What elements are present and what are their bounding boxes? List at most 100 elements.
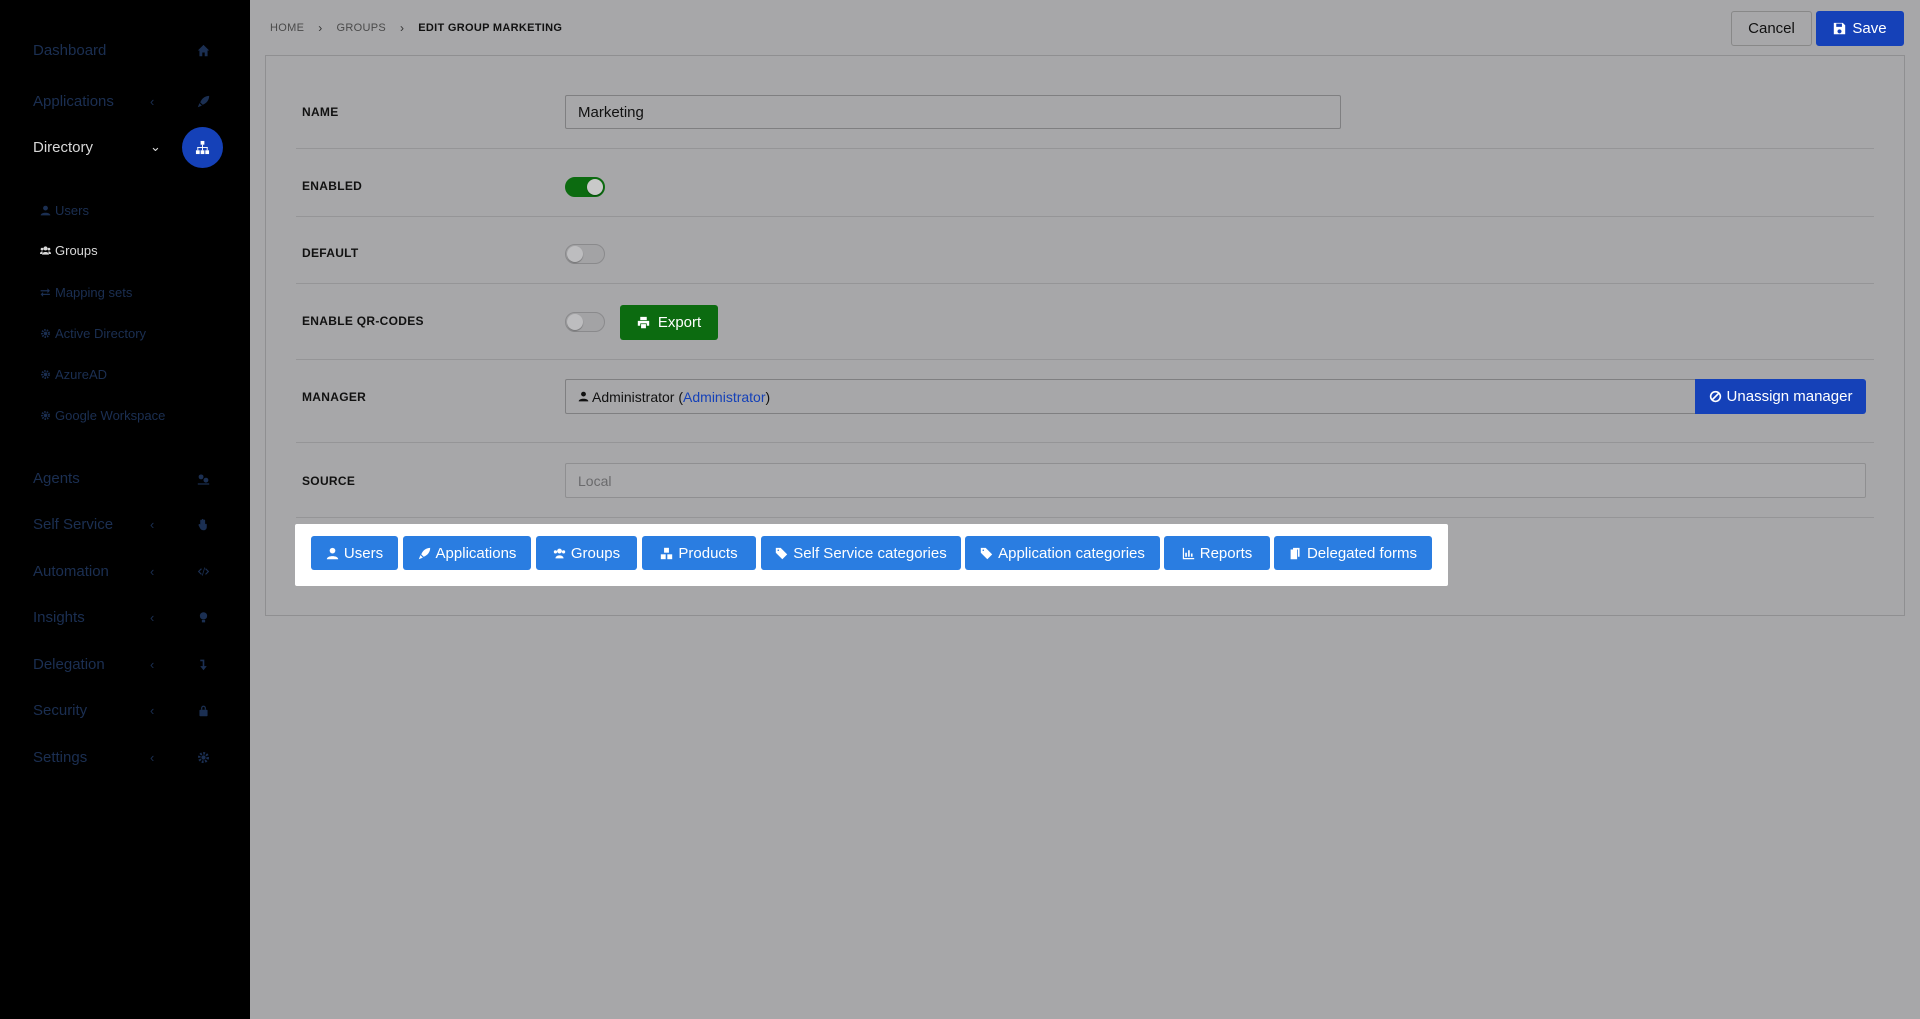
sidebar-item-security[interactable]: Security ‹ — [0, 690, 250, 730]
user-icon — [326, 547, 339, 559]
tab-applications[interactable]: Applications — [403, 536, 531, 570]
chevron-right-icon: › — [318, 21, 323, 35]
source-input-value: Local — [578, 472, 612, 489]
divider — [296, 359, 1874, 360]
exchange-icon — [40, 287, 50, 297]
sidebar-subitem-mapping-sets[interactable]: Mapping sets — [40, 280, 132, 304]
tab-label: Groups — [570, 544, 621, 562]
sidebar-item-automation[interactable]: Automation ‹ — [0, 551, 250, 591]
printer-icon — [637, 316, 649, 329]
breadcrumb: HOME › GROUPS › EDIT GROUP MARKETING — [270, 20, 562, 36]
sidebar-subitem-users[interactable]: Users — [40, 198, 89, 222]
export-button[interactable]: Export — [620, 305, 718, 340]
sidebar-item-applications[interactable]: Applications ‹ — [0, 81, 250, 121]
breadcrumb-home[interactable]: HOME — [270, 22, 304, 34]
sidebar-item-label: Insights — [33, 608, 85, 626]
sidebar-item-dashboard[interactable]: Dashboard — [0, 30, 250, 70]
home-icon — [193, 40, 213, 60]
rocket-icon — [193, 91, 213, 111]
divider — [296, 148, 1874, 149]
sidebar-subitem-label: Active Directory — [55, 325, 147, 341]
sidebar-item-label: Agents — [33, 469, 80, 487]
qr-codes-toggle[interactable] — [565, 312, 605, 332]
sidebar-subitem-groups[interactable]: Groups — [40, 238, 98, 262]
tab-self-service-categories[interactable]: Self Service categories — [761, 536, 961, 570]
source-input: Local — [565, 463, 1866, 498]
divider — [296, 517, 1874, 518]
sidebar-item-label: Applications — [33, 92, 114, 110]
sidebar-subitem-active-directory[interactable]: Active Directory — [40, 321, 146, 345]
tab-groups[interactable]: Groups — [536, 536, 637, 570]
cancel-button[interactable]: Cancel — [1731, 11, 1812, 46]
sidebar-item-settings[interactable]: Settings ‹ — [0, 737, 250, 777]
users-icon — [40, 245, 51, 255]
manager-link[interactable]: Administrator — [683, 389, 765, 405]
enabled-toggle[interactable] — [565, 177, 605, 197]
gear-icon — [41, 328, 50, 338]
manager-label: MANAGER — [302, 390, 367, 404]
divider — [296, 442, 1874, 443]
sidebar-item-label: Automation — [33, 562, 109, 580]
chevron-right-icon: › — [399, 21, 405, 35]
manager-name: Administrator — [592, 388, 675, 405]
chevron-down-icon: ⌄ — [150, 139, 161, 154]
sidebar-item-directory[interactable]: Directory ⌄ — [0, 126, 250, 168]
sidebar-item-delegation[interactable]: Delegation ‹ — [0, 644, 250, 684]
tab-products[interactable]: Products — [642, 536, 756, 570]
tab-label: Delegated forms — [1306, 544, 1418, 562]
toggle-knob — [567, 314, 583, 330]
sidebar-subitem-google-workspace[interactable]: Google Workspace — [40, 403, 165, 427]
tab-users[interactable]: Users — [311, 536, 398, 570]
breadcrumb-groups[interactable]: GROUPS — [337, 22, 386, 34]
sitemap-icon — [182, 126, 223, 168]
tab-label: Applications — [435, 544, 517, 562]
chevron-left-icon: ‹ — [150, 609, 155, 625]
gear-icon — [41, 369, 50, 379]
default-label: DEFAULT — [302, 246, 359, 260]
name-input[interactable]: Marketing — [565, 95, 1341, 129]
sidebar-subitem-label: AzureAD — [55, 366, 108, 382]
hand-icon — [193, 514, 213, 534]
sidebar-subitem-azuread[interactable]: AzureAD — [40, 362, 107, 386]
sidebar-subitem-label: Mapping sets — [55, 284, 133, 300]
ban-icon — [1709, 390, 1721, 403]
lightbulb-icon — [193, 607, 213, 627]
tab-label: Self Service categories — [793, 544, 947, 562]
default-toggle[interactable] — [565, 244, 605, 264]
tags-icon — [980, 547, 993, 559]
breadcrumb-current: EDIT GROUP MARKETING — [418, 22, 563, 34]
chevron-left-icon: ‹ — [150, 563, 155, 579]
sidebar-item-self-service[interactable]: Self Service ‹ — [0, 504, 250, 544]
manager-field: Administrator (Administrator) — [565, 379, 1696, 414]
divider — [296, 283, 1874, 284]
tab-label: Application categories — [998, 544, 1145, 562]
tab-reports[interactable]: Reports — [1164, 536, 1270, 570]
tab-label: Users — [343, 544, 384, 562]
tab-delegated-forms[interactable]: Delegated forms — [1274, 536, 1432, 570]
chevron-left-icon: ‹ — [150, 516, 155, 532]
chevron-left-icon: ‹ — [150, 93, 155, 109]
sidebar-item-label: Settings — [33, 748, 88, 766]
save-button[interactable]: Save — [1816, 11, 1904, 46]
tab-label: Reports — [1199, 544, 1253, 562]
enable-qr-codes-label: ENABLE QR-CODES — [302, 314, 424, 328]
enabled-label: ENABLED — [302, 179, 363, 193]
code-icon — [193, 561, 213, 581]
gear-icon — [193, 747, 213, 767]
sidebar-item-label: Security — [33, 701, 88, 719]
copy-icon — [1290, 547, 1300, 559]
floppy-disk-icon — [1834, 22, 1846, 35]
unassign-manager-label: Unassign manager — [1726, 388, 1853, 405]
users-icon — [553, 548, 566, 558]
unassign-manager-button[interactable]: Unassign manager — [1695, 379, 1866, 414]
gear-icon — [41, 410, 50, 420]
related-items-tabbar: Users Applications Groups Products Self … — [295, 524, 1448, 586]
tags-icon — [776, 547, 788, 559]
name-input-value: Marketing — [578, 103, 644, 121]
toggle-knob — [567, 246, 583, 262]
sidebar-item-insights[interactable]: Insights ‹ — [0, 597, 250, 637]
tab-application-categories[interactable]: Application categories — [965, 536, 1160, 570]
sidebar-item-agents[interactable]: Agents — [0, 458, 250, 498]
tab-label: Products — [678, 544, 738, 562]
name-label: NAME — [302, 105, 339, 119]
